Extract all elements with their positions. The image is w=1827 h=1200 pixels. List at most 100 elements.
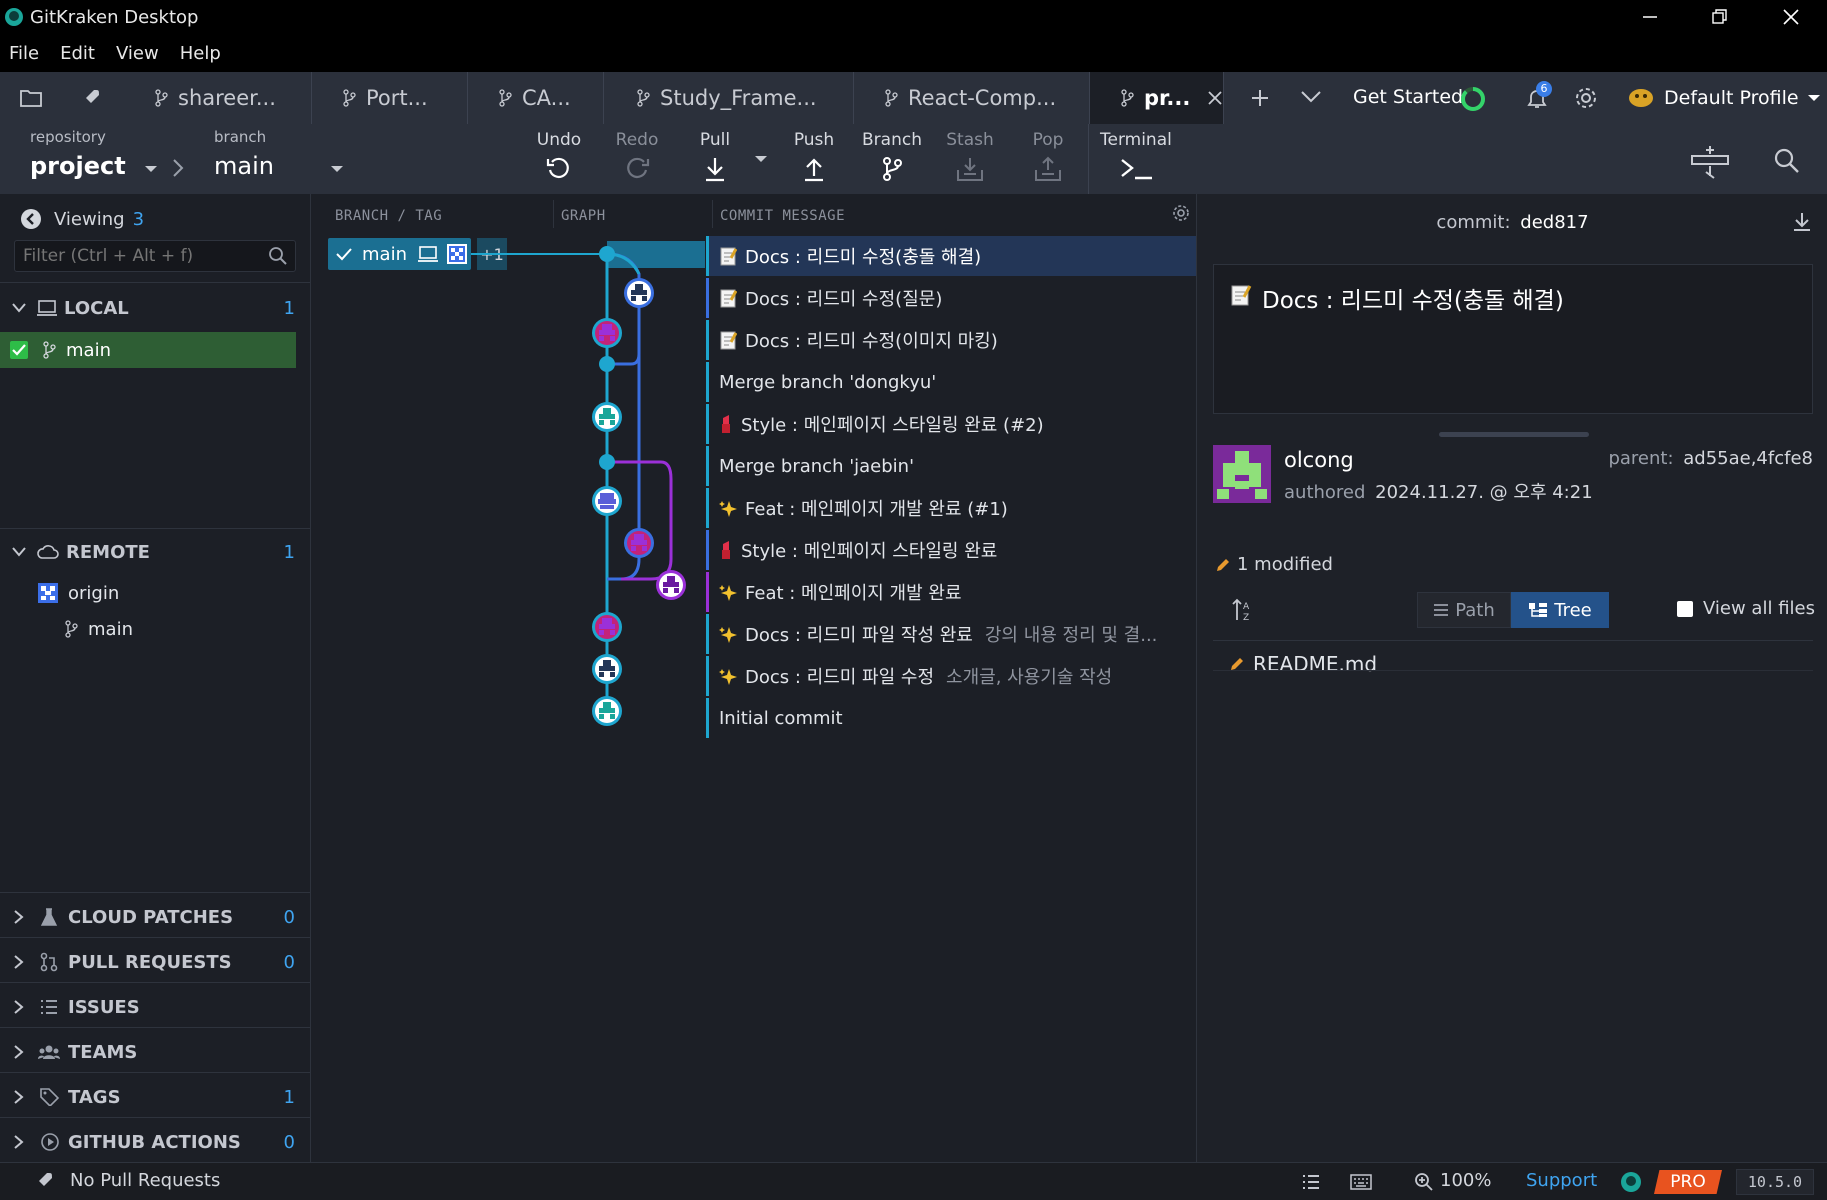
menu-help[interactable]: Help <box>180 43 221 64</box>
column-settings-gear-icon[interactable] <box>1172 204 1190 222</box>
back-circle-icon[interactable] <box>20 208 42 230</box>
divider <box>0 892 311 893</box>
remote-origin[interactable]: origin <box>0 578 311 608</box>
commit-summary-box[interactable]: Docs : 리드미 수정(충돌 해결) <box>1213 264 1813 414</box>
remote-branch-main[interactable]: main <box>0 614 311 644</box>
minimize-button[interactable] <box>1614 0 1686 34</box>
section-issues[interactable]: ISSUES <box>0 988 311 1026</box>
column-divider[interactable] <box>712 200 713 228</box>
commit-avatar-node[interactable] <box>590 694 624 728</box>
column-header-commit-message[interactable]: COMMIT MESSAGE <box>720 208 845 224</box>
view-path-button[interactable]: Path <box>1417 592 1511 628</box>
commit-avatar-node[interactable] <box>590 652 624 686</box>
push-button[interactable]: Push <box>779 130 849 182</box>
zoom-icon[interactable] <box>1414 1172 1434 1192</box>
tab-repo-3[interactable]: CA... <box>468 72 604 124</box>
commit-avatar-node[interactable] <box>622 526 656 560</box>
commit-row[interactable]: Docs : 리드미 수정(이미지 마킹) <box>706 320 1196 360</box>
commit-row[interactable]: Initial commit <box>706 698 1196 738</box>
tab-repo-4[interactable]: Study_Frame... <box>604 72 854 124</box>
branch-caret-icon[interactable] <box>330 164 344 174</box>
layout-toggle-icon[interactable] <box>1690 144 1730 180</box>
activity-list-icon[interactable] <box>1302 1174 1320 1190</box>
commit-row[interactable]: Feat : 메인페이지 개발 완료 <box>706 572 1196 612</box>
view-tree-button[interactable]: Tree <box>1511 592 1609 628</box>
redo-button[interactable]: Redo <box>602 130 672 182</box>
commit-row[interactable]: Style : 메인페이지 스타일링 완료 (#2) <box>706 404 1196 444</box>
section-teams[interactable]: TEAMS <box>0 1033 311 1071</box>
profile-menu[interactable]: Default Profile <box>1626 84 1821 112</box>
repository-caret-icon[interactable] <box>144 164 158 174</box>
sparkles-icon <box>719 583 737 601</box>
commit-row[interactable]: Feat : 메인페이지 개발 완료 (#1) <box>706 488 1196 528</box>
zoom-level[interactable]: 100% <box>1440 1170 1491 1191</box>
commit-row[interactable]: Merge branch 'jaebin' <box>706 446 1196 486</box>
commit-row[interactable]: Docs : 리드미 파일 작성 완료 강의 내용 정리 및 결... <box>706 614 1196 654</box>
commit-sha[interactable]: ded817 <box>1520 212 1588 233</box>
resize-handle[interactable] <box>1439 432 1589 437</box>
branch-selector[interactable]: main <box>214 152 274 180</box>
section-github-actions[interactable]: GITHUB ACTIONS 0 <box>0 1123 311 1161</box>
close-window-button[interactable] <box>1755 0 1827 34</box>
support-link[interactable]: Support <box>1526 1170 1597 1191</box>
file-row[interactable]: README.md <box>1229 652 1377 676</box>
tab-repo-5[interactable]: React-Comp... <box>854 72 1090 124</box>
tree-view-icon <box>1529 603 1548 617</box>
tab-repo-project[interactable]: pr... <box>1090 72 1224 124</box>
menu-edit[interactable]: Edit <box>60 43 95 64</box>
remote-section-header[interactable]: REMOTE 1 <box>0 538 311 566</box>
sort-az-icon[interactable]: AZ <box>1231 598 1255 622</box>
branch-icon <box>43 341 56 359</box>
pull-options-caret-icon[interactable] <box>754 154 768 164</box>
parent-shas[interactable]: ad55ae,4fcfe8 <box>1683 448 1813 469</box>
commit-row[interactable]: Merge branch 'dongkyu' <box>706 362 1196 402</box>
commit-row[interactable]: Docs : 리드미 수정(충돌 해결) <box>706 236 1196 276</box>
local-section-header[interactable]: LOCAL 1 <box>0 294 311 322</box>
pull-requests-status[interactable]: No Pull Requests <box>70 1170 220 1191</box>
pop-button[interactable]: Pop <box>1013 130 1083 182</box>
commit-row[interactable]: Style : 메인페이지 스타일링 완료 <box>706 530 1196 570</box>
tab-label: Study_Frame... <box>660 86 817 110</box>
get-started-button[interactable]: Get Started <box>1353 86 1463 108</box>
local-branch-main[interactable]: main <box>0 332 296 368</box>
commit-row[interactable]: Docs : 리드미 파일 수정 소개글, 사용기술 작성 <box>706 656 1196 696</box>
keyboard-icon[interactable] <box>1350 1174 1372 1190</box>
filter-input[interactable] <box>15 241 255 271</box>
commit-avatar-node[interactable] <box>590 610 624 644</box>
folder-icon[interactable] <box>20 88 42 108</box>
tab-repo-2[interactable]: Port... <box>312 72 468 124</box>
settings-gear-icon[interactable] <box>1574 86 1598 110</box>
repository-selector[interactable]: project <box>30 152 126 180</box>
branch-button[interactable]: Branch <box>857 130 927 182</box>
rocket-icon[interactable] <box>80 87 102 109</box>
view-all-files-checkbox[interactable] <box>1677 600 1693 617</box>
tab-repo-1[interactable]: shareer... <box>128 72 312 124</box>
section-pull-requests[interactable]: PULL REQUESTS 0 <box>0 943 311 981</box>
terminal-button[interactable]: Terminal <box>1100 130 1172 182</box>
stash-button[interactable]: Stash <box>935 130 1005 182</box>
section-cloud-patches[interactable]: CLOUD PATCHES 0 <box>0 898 311 936</box>
view-all-files-toggle[interactable]: View all files <box>1677 598 1815 619</box>
download-icon[interactable] <box>1793 212 1811 232</box>
commit-avatar-node[interactable] <box>590 316 624 350</box>
close-tab-icon[interactable] <box>1208 91 1222 105</box>
search-icon[interactable] <box>1774 148 1800 174</box>
commit-avatar-node[interactable] <box>654 568 688 602</box>
pull-button[interactable]: Pull <box>680 130 750 182</box>
remote-label: REMOTE <box>66 541 150 563</box>
commit-avatar-node[interactable] <box>590 400 624 434</box>
profile-kraken-icon <box>1629 89 1653 107</box>
new-tab-plus-icon[interactable] <box>1250 88 1270 108</box>
branch-icon <box>155 89 168 107</box>
checkbox-checked-icon[interactable] <box>10 341 28 359</box>
menu-view[interactable]: View <box>116 43 159 64</box>
restore-button[interactable] <box>1684 0 1756 34</box>
section-tags[interactable]: TAGS 1 <box>0 1078 311 1116</box>
commit-avatar-node[interactable] <box>622 276 656 310</box>
commit-avatar-node[interactable] <box>590 484 624 518</box>
menu-file[interactable]: File <box>9 43 39 64</box>
undo-button[interactable]: Undo <box>524 130 594 182</box>
divider <box>0 982 311 983</box>
commit-row[interactable]: Docs : 리드미 수정(질문) <box>706 278 1196 318</box>
tab-list-chevron-down-icon[interactable] <box>1300 90 1322 104</box>
